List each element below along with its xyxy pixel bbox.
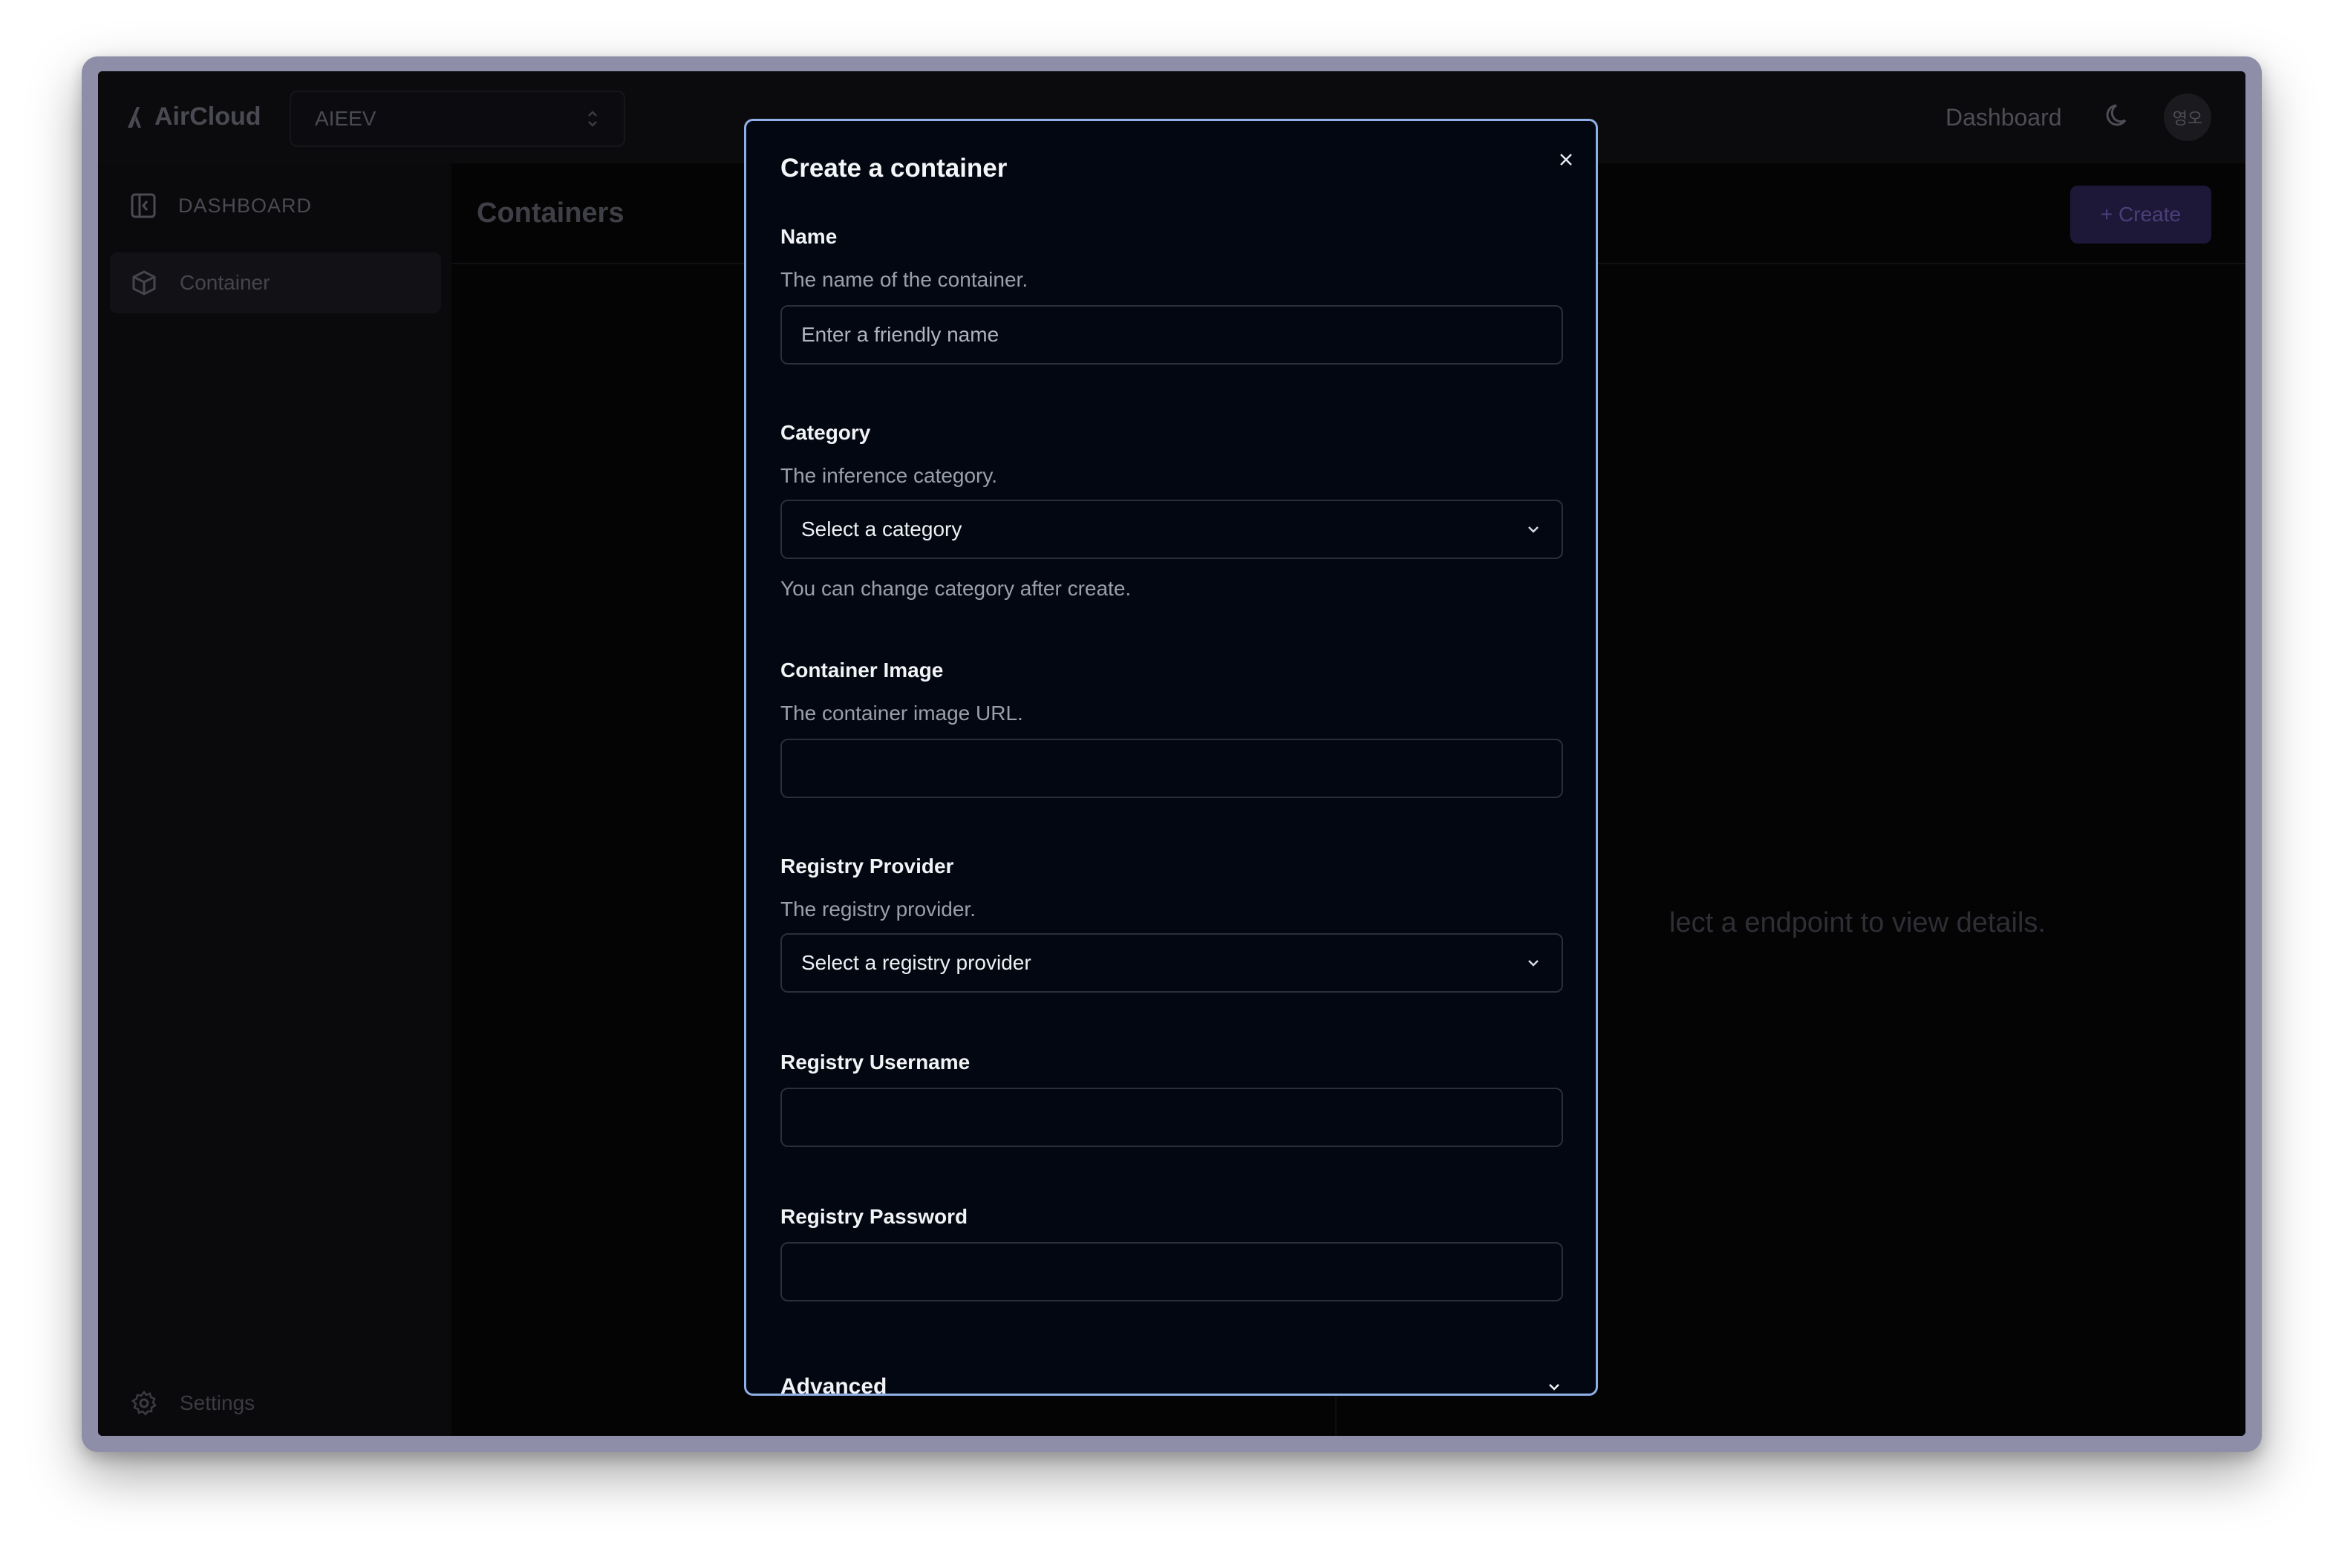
page-title: Containers xyxy=(477,197,624,229)
image-description: The container image URL. xyxy=(780,702,1023,725)
empty-state-text: lect a endpoint to view details. xyxy=(1669,907,2046,938)
chevron-up-down-icon xyxy=(588,111,597,127)
name-input[interactable] xyxy=(780,305,1563,365)
close-button[interactable] xyxy=(1553,146,1579,173)
settings-label: Settings xyxy=(180,1391,255,1414)
registry-username-input[interactable] xyxy=(780,1088,1563,1147)
create-button[interactable]: + Create xyxy=(2070,186,2211,244)
category-description: The inference category. xyxy=(780,464,998,487)
registry-provider-select[interactable]: Select a registry provider xyxy=(780,933,1563,993)
create-container-dialog: Create a container Name The name of the … xyxy=(744,119,1598,1396)
gear-icon xyxy=(131,1390,157,1416)
registry-provider-description: The registry provider. xyxy=(780,898,976,921)
category-select[interactable]: Select a category xyxy=(780,500,1563,559)
dashboard-link[interactable]: Dashboard xyxy=(1945,104,2062,131)
image-url-input[interactable] xyxy=(780,739,1563,798)
advanced-toggle[interactable]: Advanced xyxy=(780,1374,1563,1396)
name-description: The name of the container. xyxy=(780,268,1028,291)
sidebar-item-container[interactable]: Container xyxy=(110,252,441,313)
chevron-down-icon xyxy=(1528,526,1539,533)
logo-icon xyxy=(128,106,141,128)
registry-password-label: Registry Password xyxy=(780,1205,968,1228)
sidebar-header-label: DASHBOARD xyxy=(178,194,313,217)
moon-icon[interactable] xyxy=(2103,101,2133,131)
brand-logo[interactable]: AirCloud xyxy=(125,102,261,131)
brand-name: AirCloud xyxy=(154,102,261,131)
registry-provider-label: Registry Provider xyxy=(780,855,954,878)
avatar[interactable]: 영오 xyxy=(2164,94,2211,141)
sidebar: DASHBOARD Container Settings xyxy=(98,163,451,1436)
workspace-selector[interactable]: AIEEV xyxy=(290,91,625,147)
box-icon xyxy=(132,270,156,295)
sidebar-collapse-icon xyxy=(131,193,156,218)
category-label: Category xyxy=(780,421,871,444)
category-selected-value: Select a category xyxy=(801,517,962,540)
name-label: Name xyxy=(780,225,838,248)
chevron-down-icon xyxy=(1549,1384,1559,1391)
dialog-title: Create a container xyxy=(780,154,1008,183)
registry-password-input[interactable] xyxy=(780,1242,1563,1301)
sidebar-header[interactable]: DASHBOARD xyxy=(131,193,312,218)
registry-provider-selected-value: Select a registry provider xyxy=(801,951,1031,974)
sidebar-item-label: Container xyxy=(180,271,270,294)
registry-username-label: Registry Username xyxy=(780,1051,971,1074)
image-label: Container Image xyxy=(780,659,944,682)
advanced-label: Advanced xyxy=(780,1374,887,1396)
sidebar-item-settings[interactable]: Settings xyxy=(131,1390,255,1417)
chevron-down-icon xyxy=(1528,960,1539,967)
workspace-name: AIEEV xyxy=(315,107,376,130)
category-hint: You can change category after create. xyxy=(780,577,1132,600)
close-icon xyxy=(1560,154,1572,166)
